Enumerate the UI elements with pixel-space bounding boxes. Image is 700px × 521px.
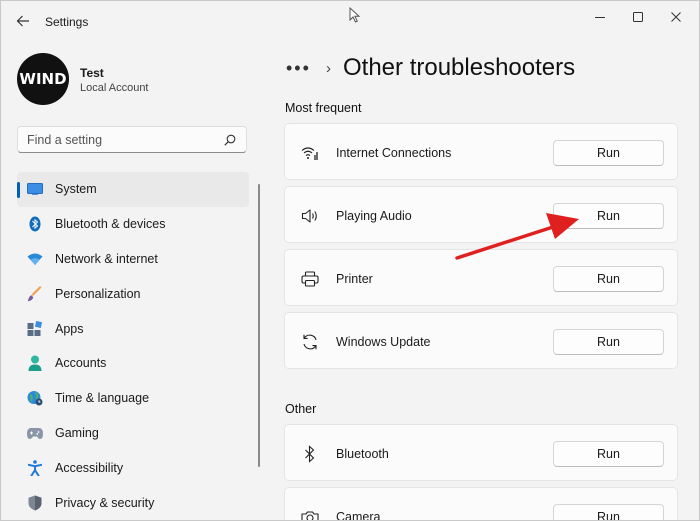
search-button[interactable]: [224, 133, 238, 147]
sidebar-item-system[interactable]: System: [17, 172, 249, 207]
gamepad-icon: [27, 425, 43, 441]
apps-icon: [27, 320, 43, 337]
sidebar-item-label: System: [55, 182, 97, 197]
sidebar-item-network[interactable]: Network & internet: [17, 242, 249, 277]
section-header-most-frequent: Most frequent: [285, 101, 362, 115]
run-playing-audio-button[interactable]: Run: [553, 203, 664, 229]
sidebar-item-label: Time & language: [55, 391, 150, 406]
troubleshooter-label: Playing Audio: [336, 209, 412, 223]
title-bar: Settings: [1, 1, 699, 43]
troubleshooter-label: Windows Update: [336, 335, 431, 349]
sidebar-item-accessibility[interactable]: Accessibility: [17, 450, 249, 485]
back-button[interactable]: [11, 9, 35, 33]
troubleshooter-card-windows-update: Windows Update Run: [284, 312, 678, 369]
minimize-icon: [595, 17, 605, 18]
run-camera-button[interactable]: Run: [553, 504, 664, 520]
troubleshooter-label: Printer: [336, 272, 373, 286]
sidebar-item-label: Bluetooth & devices: [55, 217, 166, 232]
sidebar-item-bluetooth[interactable]: Bluetooth & devices: [17, 207, 249, 242]
account-type: Local Account: [80, 82, 149, 94]
sidebar-item-gaming[interactable]: Gaming: [17, 416, 249, 451]
breadcrumb: ••• › Other troubleshooters: [286, 51, 575, 85]
app-title: Settings: [45, 15, 89, 29]
sidebar-item-privacy-security[interactable]: Privacy & security: [17, 485, 249, 520]
speaker-icon: [300, 206, 320, 226]
shield-icon: [27, 495, 43, 511]
settings-window: Settings WIND Test Local Account Find a …: [0, 0, 700, 521]
close-icon: [671, 12, 681, 22]
search-input[interactable]: [18, 127, 218, 152]
sidebar-item-label: Network & internet: [55, 251, 158, 266]
avatar: WIND: [17, 53, 69, 105]
run-internet-connections-button[interactable]: Run: [553, 140, 664, 166]
close-button[interactable]: [653, 3, 699, 31]
sync-icon: [300, 332, 320, 352]
troubleshooter-label: Camera: [336, 510, 381, 521]
sidebar-item-personalization[interactable]: Personalization: [17, 276, 249, 311]
page-title: Other troubleshooters: [343, 54, 576, 81]
person-icon: [27, 355, 43, 372]
sidebar-item-label: Accessibility: [55, 460, 124, 475]
bluetooth-icon: [27, 216, 43, 232]
brush-icon: [27, 285, 43, 302]
section-header-other: Other: [285, 402, 317, 416]
run-windows-update-button[interactable]: Run: [553, 329, 664, 355]
troubleshooter-label: Bluetooth: [336, 447, 389, 461]
sidebar-item-apps[interactable]: Apps: [17, 311, 249, 346]
sidebar-item-label: Accounts: [55, 356, 107, 371]
sidebar-item-label: Personalization: [55, 286, 141, 301]
wifi-icon: [27, 251, 43, 267]
sidebar-item-label: Privacy & security: [55, 495, 155, 510]
maximize-icon: [633, 12, 643, 22]
sidebar-nav: System Bluetooth & devices Network & int…: [17, 172, 249, 520]
troubleshooter-card-audio: Playing Audio Run: [284, 186, 678, 243]
troubleshooter-card-printer: Printer Run: [284, 249, 678, 306]
more-breadcrumb-button[interactable]: •••: [286, 58, 314, 79]
chevron-right-icon: ›: [326, 59, 331, 77]
search-icon: [224, 134, 236, 146]
troubleshooter-label: Internet Connections: [336, 146, 452, 160]
sidebar-item-label: Gaming: [55, 425, 99, 440]
user-profile[interactable]: WIND Test Local Account: [17, 53, 257, 107]
system-icon: [27, 181, 43, 197]
bluetooth-icon: [300, 444, 320, 464]
mouse-cursor-icon: [349, 7, 361, 23]
troubleshooter-card-bluetooth: Bluetooth Run: [284, 424, 678, 481]
printer-icon: [300, 269, 320, 289]
globe-clock-icon: [27, 390, 43, 406]
search-box: [17, 126, 247, 153]
user-name: Test: [80, 66, 104, 80]
sidebar-item-time-language[interactable]: Time & language: [17, 381, 249, 416]
troubleshooter-card-internet: Internet Connections Run: [284, 123, 678, 180]
sidebar-item-accounts[interactable]: Accounts: [17, 346, 249, 381]
run-printer-button[interactable]: Run: [553, 266, 664, 292]
camera-icon: [300, 507, 320, 520]
accessibility-icon: [27, 459, 43, 476]
wifi-signal-icon: [300, 143, 320, 163]
arrow-left-icon: [16, 15, 29, 27]
sidebar-item-label: Apps: [55, 321, 84, 336]
troubleshooter-card-camera: Camera Run: [284, 487, 678, 521]
sidebar-scrollbar[interactable]: [258, 184, 260, 467]
run-bluetooth-button[interactable]: Run: [553, 441, 664, 467]
